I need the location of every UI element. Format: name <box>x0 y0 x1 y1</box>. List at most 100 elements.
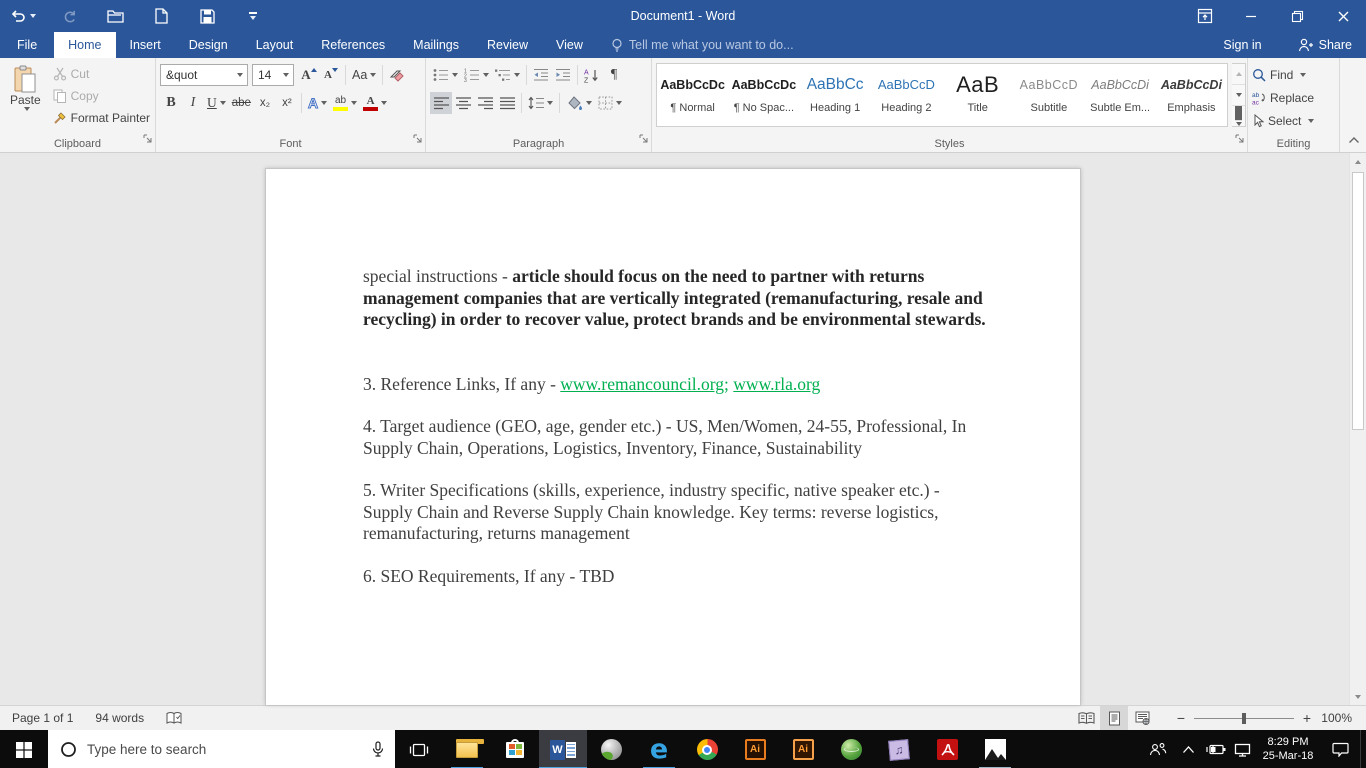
sort-button[interactable]: AZ <box>581 64 603 86</box>
maximize-button[interactable] <box>1274 0 1320 32</box>
subscript-button[interactable]: x₂ <box>254 92 276 114</box>
zoom-level[interactable]: 100% <box>1318 711 1366 725</box>
bullets-button[interactable] <box>430 64 461 86</box>
copy-button[interactable]: Copy <box>51 85 152 107</box>
multilevel-list-button[interactable] <box>492 64 523 86</box>
format-painter-button[interactable]: Format Painter <box>51 107 152 129</box>
paragraph[interactable]: 6. SEO Requirements, If any - TBD <box>363 566 990 588</box>
tab-insert[interactable]: Insert <box>116 32 175 58</box>
taskbar-app-illustrator-alt[interactable]: Ai <box>779 730 827 768</box>
style-heading-1[interactable]: AaBbCc Heading 1 <box>800 64 871 126</box>
tab-references[interactable]: References <box>307 32 399 58</box>
styles-scroll-up-button[interactable] <box>1232 64 1245 85</box>
scrollbar-thumb[interactable] <box>1352 172 1364 430</box>
cut-button[interactable]: Cut <box>51 63 152 85</box>
find-button[interactable]: Find <box>1252 63 1336 86</box>
highlight-color-button[interactable]: ab <box>330 92 360 114</box>
show-desktop-button[interactable] <box>1360 730 1366 768</box>
battery-tray-icon[interactable] <box>1202 730 1229 768</box>
taskbar-app-chrome[interactable] <box>683 730 731 768</box>
styles-dialog-launcher[interactable] <box>1235 131 1245 149</box>
font-name-dropdown[interactable] <box>233 65 247 85</box>
underline-button[interactable]: U <box>204 92 229 114</box>
paragraph[interactable]: special instructions - article should fo… <box>363 266 990 331</box>
taskbar-app-file-explorer[interactable] <box>443 730 491 768</box>
tab-mailings[interactable]: Mailings <box>399 32 473 58</box>
style-title[interactable]: AaB Title <box>942 64 1013 126</box>
network-tray-icon[interactable] <box>1229 730 1256 768</box>
share-button[interactable]: Share <box>1284 32 1366 58</box>
style--normal[interactable]: AaBbCcDc ¶ Normal <box>657 64 728 126</box>
tab-design[interactable]: Design <box>175 32 242 58</box>
taskbar-clock[interactable]: 8:29 PM 25-Mar-18 <box>1256 730 1320 768</box>
taskbar-app-microsoft-store[interactable] <box>491 730 539 768</box>
scroll-up-button[interactable] <box>1350 153 1366 170</box>
redo-button[interactable] <box>46 0 92 32</box>
increase-indent-button[interactable] <box>552 64 574 86</box>
undo-button[interactable] <box>0 0 46 32</box>
taskbar-app-silver-utility[interactable] <box>587 730 635 768</box>
paragraph-dialog-launcher[interactable] <box>639 131 649 149</box>
tab-review[interactable]: Review <box>473 32 542 58</box>
bold-button[interactable]: B <box>160 92 182 114</box>
show-hide-formatting-button[interactable]: ¶ <box>603 64 625 86</box>
shading-button[interactable] <box>563 92 595 114</box>
customize-qat-button[interactable] <box>230 0 276 32</box>
open-button[interactable] <box>92 0 138 32</box>
taskbar-search-input[interactable]: Type here to search <box>48 730 395 768</box>
task-view-button[interactable] <box>395 730 443 768</box>
paragraph[interactable]: 3. Reference Links, If any - www.remanco… <box>363 374 990 396</box>
zoom-thumb[interactable] <box>1242 712 1246 724</box>
print-layout-button[interactable] <box>1100 706 1128 730</box>
select-button[interactable]: Select <box>1252 109 1336 132</box>
replace-button[interactable]: ab ac Replace <box>1252 86 1336 109</box>
font-size-combo[interactable]: 14 <box>252 64 294 86</box>
paragraph[interactable]: 4. Target audience (GEO, age, gender etc… <box>363 416 990 459</box>
taskbar-app-acrobat[interactable] <box>923 730 971 768</box>
font-color-button[interactable]: A <box>360 92 390 114</box>
style-subtle-em-[interactable]: AaBbCcDi Subtle Em... <box>1085 64 1156 126</box>
align-left-button[interactable] <box>430 92 452 114</box>
style-emphasis[interactable]: AaBbCcDi Emphasis <box>1156 64 1227 126</box>
strikethrough-button[interactable]: abe <box>229 92 254 114</box>
font-dialog-launcher[interactable] <box>413 131 423 149</box>
tab-view[interactable]: View <box>542 32 597 58</box>
minimize-button[interactable] <box>1228 0 1274 32</box>
styles-more-button[interactable] <box>1232 106 1245 126</box>
taskbar-app-music[interactable]: ♫ <box>875 730 923 768</box>
zoom-track[interactable] <box>1194 712 1294 724</box>
action-center-button[interactable] <box>1320 730 1360 768</box>
new-document-button[interactable] <box>138 0 184 32</box>
sign-in-link[interactable]: Sign in <box>1223 32 1261 58</box>
italic-button[interactable]: I <box>182 92 204 114</box>
numbering-button[interactable]: 123 <box>461 64 492 86</box>
web-layout-button[interactable] <box>1128 706 1156 730</box>
hyperlink[interactable]: www.rla.org <box>733 374 820 394</box>
tab-file[interactable]: File <box>0 32 54 58</box>
styles-scroll-down-button[interactable] <box>1232 85 1245 106</box>
paragraph[interactable]: 5. Writer Specifications (skills, experi… <box>363 480 990 545</box>
font-size-dropdown[interactable] <box>279 65 293 85</box>
line-spacing-button[interactable] <box>525 92 556 114</box>
read-mode-button[interactable] <box>1072 706 1100 730</box>
superscript-button[interactable]: x² <box>276 92 298 114</box>
clear-formatting-button[interactable] <box>386 64 408 86</box>
vertical-scrollbar[interactable] <box>1349 153 1366 705</box>
word-count[interactable]: 94 words <box>95 711 144 725</box>
close-button[interactable] <box>1320 0 1366 32</box>
shrink-font-button[interactable]: A <box>320 64 342 86</box>
scroll-down-button[interactable] <box>1350 688 1366 705</box>
decrease-indent-button[interactable] <box>530 64 552 86</box>
zoom-out-button[interactable]: − <box>1170 710 1192 726</box>
zoom-in-button[interactable]: + <box>1296 710 1318 726</box>
taskbar-app-word[interactable]: W <box>539 730 587 768</box>
hyperlink[interactable]: www.remancouncil.org; <box>560 374 729 394</box>
paste-button[interactable]: Paste <box>4 63 47 134</box>
style--no-spac-[interactable]: AaBbCcDc ¶ No Spac... <box>728 64 799 126</box>
align-right-button[interactable] <box>474 92 496 114</box>
borders-button[interactable] <box>595 92 625 114</box>
people-tray-icon[interactable] <box>1141 730 1175 768</box>
taskbar-app-idm[interactable] <box>827 730 875 768</box>
microphone-icon[interactable] <box>371 741 385 758</box>
taskbar-app-illustrator[interactable]: Ai <box>731 730 779 768</box>
